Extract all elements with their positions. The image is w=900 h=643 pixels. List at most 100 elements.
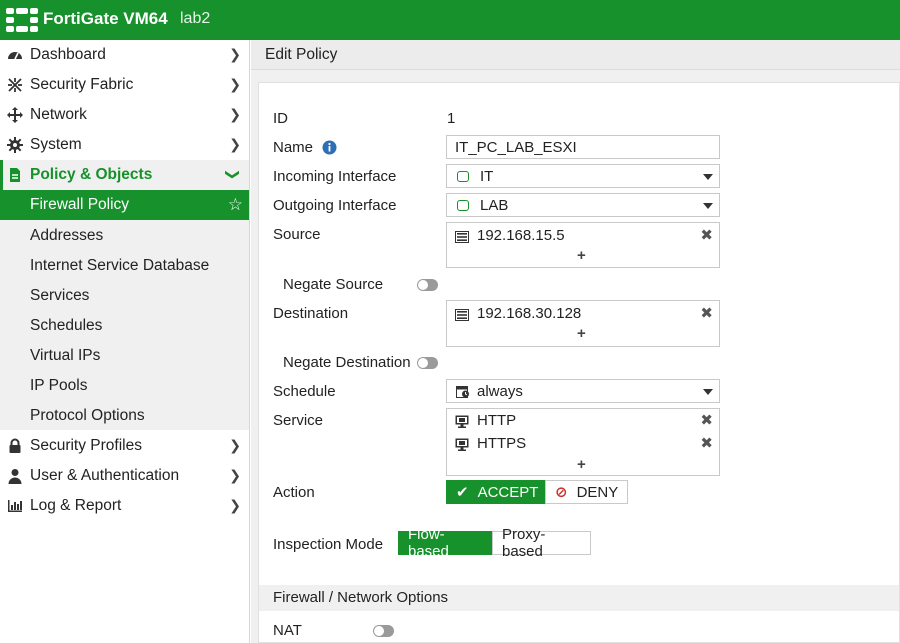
flow-based-label: Flow-based [408, 526, 449, 560]
add-destination-button[interactable]: + [577, 325, 586, 342]
sidebar-item-label: Internet Service Database [30, 257, 210, 274]
submenu-policy-objects: Firewall Policy ☆ Addresses Internet Ser… [0, 190, 249, 430]
sidebar-item-label: Log & Report [30, 497, 122, 514]
chevron-right-icon: ❯ [229, 46, 241, 62]
chevron-right-icon: ❯ [229, 76, 241, 92]
accept-label: ACCEPT [477, 483, 539, 501]
flow-based-button[interactable]: Flow-based [398, 526, 492, 560]
fortinet-logo-icon [6, 8, 38, 32]
network-icon [7, 107, 23, 123]
negate-destination-toggle[interactable] [417, 357, 438, 369]
incoming-interface-value: IT [480, 168, 494, 185]
chevron-right-icon: ❯ [229, 136, 241, 152]
sidebar-item-dashboard[interactable]: Dashboard ❯ [0, 40, 249, 70]
dropdown-arrow-icon [703, 203, 713, 209]
sidebar-item-label: Security Profiles [30, 437, 142, 454]
sidebar: Dashboard ❯ Security Fabric ❯ Network ❯ … [0, 40, 250, 643]
gear-icon [7, 137, 23, 153]
remove-icon[interactable]: ✖ [700, 411, 713, 429]
main-content: Edit Policy ID 1 Name IT_PC_LAB_ESXI Inc… [251, 40, 900, 643]
inspection-mode-label: Inspection Mode [273, 536, 384, 553]
sidebar-item-label: Schedules [30, 317, 103, 334]
sidebar-subitem-internet-service-database[interactable]: Internet Service Database [0, 251, 249, 281]
accept-button[interactable]: ✔ ACCEPT [446, 480, 545, 504]
star-icon[interactable]: ☆ [228, 195, 243, 215]
negate-destination-label: Negate Destination [283, 354, 411, 371]
fabric-icon [7, 77, 23, 93]
remove-icon[interactable]: ✖ [700, 434, 713, 452]
inspection-mode-toggle-group: Flow-based Proxy-based [398, 526, 591, 560]
policy-icon [7, 167, 23, 183]
name-value: IT_PC_LAB_ESXI [455, 139, 577, 156]
sidebar-item-label: Dashboard [30, 46, 106, 63]
destination-entry: 192.168.30.128 ✖ [455, 304, 715, 324]
chevron-right-icon: ❯ [229, 467, 241, 483]
sidebar-item-label: Network [30, 106, 87, 123]
service-entry-text: HTTP [477, 412, 517, 429]
nat-toggle[interactable] [373, 625, 394, 637]
section-title: Firewall / Network Options [273, 589, 449, 606]
sidebar-item-security-fabric[interactable]: Security Fabric ❯ [0, 70, 249, 100]
sidebar-item-label: Virtual IPs [30, 347, 101, 364]
sidebar-subitem-schedules[interactable]: Schedules [0, 311, 249, 341]
sidebar-item-label: IP Pools [30, 377, 88, 394]
schedule-select[interactable]: always [446, 379, 720, 403]
chevron-right-icon: ❯ [229, 497, 241, 513]
sidebar-subitem-addresses[interactable]: Addresses [0, 221, 249, 251]
id-label: ID [273, 110, 288, 127]
remove-icon[interactable]: ✖ [700, 226, 713, 244]
service-label: Service [273, 412, 324, 429]
negate-source-label: Negate Source [283, 276, 384, 293]
incoming-interface-label: Incoming Interface [273, 168, 397, 185]
dropdown-arrow-icon [703, 389, 713, 395]
source-label: Source [273, 226, 321, 243]
sidebar-item-network[interactable]: Network ❯ [0, 100, 249, 130]
nat-label: NAT [273, 622, 302, 639]
chevron-right-icon: ❯ [229, 437, 241, 453]
sidebar-subitem-services[interactable]: Services [0, 281, 249, 311]
deny-button[interactable]: ⊘ DENY [545, 480, 628, 504]
outgoing-interface-select[interactable]: LAB [446, 193, 720, 217]
info-icon[interactable] [322, 140, 337, 159]
edit-policy-form: ID 1 Name IT_PC_LAB_ESXI Incoming Interf… [258, 82, 900, 643]
sidebar-item-label: User & Authentication [30, 467, 180, 484]
source-entry: 192.168.15.5 ✖ [455, 226, 715, 246]
page-header: Edit Policy [251, 40, 900, 70]
proxy-based-label: Proxy-based [502, 526, 546, 560]
sidebar-item-security-profiles[interactable]: Security Profiles ❯ [0, 431, 249, 461]
deny-label: DENY [576, 483, 619, 501]
destination-field[interactable]: 192.168.30.128 ✖ + [446, 300, 720, 347]
sidebar-subitem-protocol-options[interactable]: Protocol Options [0, 401, 249, 431]
negate-source-toggle[interactable] [417, 279, 438, 291]
name-field[interactable]: IT_PC_LAB_ESXI [446, 135, 720, 159]
dropdown-arrow-icon [703, 174, 713, 180]
firewall-network-options-section: Firewall / Network Options [259, 585, 899, 611]
sidebar-subitem-firewall-policy[interactable]: Firewall Policy ☆ [0, 190, 249, 220]
proxy-based-button[interactable]: Proxy-based [492, 526, 591, 560]
calendar-clock-icon [456, 385, 470, 402]
service-icon [455, 415, 469, 428]
sidebar-item-system[interactable]: System ❯ [0, 130, 249, 160]
sidebar-item-label: Firewall Policy [30, 196, 130, 213]
source-field[interactable]: 192.168.15.5 ✖ + [446, 222, 720, 268]
interface-icon [457, 200, 469, 211]
sidebar-item-user-authentication[interactable]: User & Authentication ❯ [0, 461, 249, 491]
service-entry: HTTP ✖ [455, 411, 715, 431]
sidebar-item-policy-objects[interactable]: Policy & Objects ❯ [0, 160, 249, 190]
sidebar-item-label: Policy & Objects [30, 166, 153, 183]
action-toggle-group: ✔ ACCEPT ⊘ DENY [446, 480, 628, 504]
remove-icon[interactable]: ✖ [700, 304, 713, 322]
sidebar-subitem-ip-pools[interactable]: IP Pools [0, 371, 249, 401]
destination-entry-text: 192.168.30.128 [477, 305, 582, 322]
schedule-value: always [477, 383, 523, 400]
incoming-interface-select[interactable]: IT [446, 164, 720, 188]
service-field[interactable]: HTTP ✖ HTTPS ✖ + [446, 408, 720, 476]
check-icon: ✔ [456, 484, 469, 501]
sidebar-subitem-virtual-ips[interactable]: Virtual IPs [0, 341, 249, 371]
add-service-button[interactable]: + [577, 456, 586, 473]
sidebar-item-label: Protocol Options [30, 407, 145, 424]
add-source-button[interactable]: + [577, 247, 586, 264]
active-indicator [0, 160, 3, 190]
address-icon [455, 230, 469, 243]
sidebar-item-log-report[interactable]: Log & Report ❯ [0, 491, 249, 521]
